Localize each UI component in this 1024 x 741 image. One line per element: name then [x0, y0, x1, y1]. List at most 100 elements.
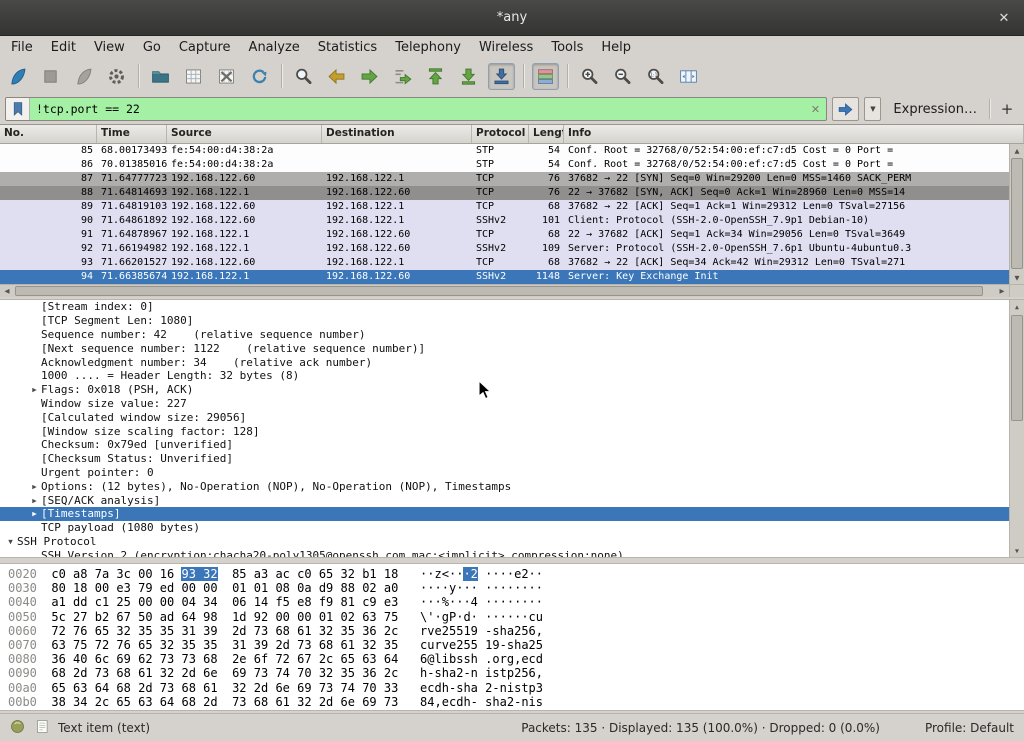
ascii-char[interactable]: 2 [442, 624, 449, 638]
hex-byte[interactable]: a0 [384, 581, 398, 595]
hex-byte[interactable]: 25 [116, 595, 130, 609]
menu-item-file[interactable]: File [2, 38, 42, 57]
hex-byte[interactable]: 32 [362, 638, 376, 652]
vscroll-track[interactable] [1010, 157, 1024, 271]
hex-byte[interactable]: 68 [51, 666, 65, 680]
hex-byte[interactable]: 74 [341, 681, 355, 695]
scroll-up-button[interactable]: ▲ [1010, 144, 1024, 157]
hex-byte[interactable]: 2d [275, 638, 289, 652]
hex-byte[interactable]: 61 [138, 666, 152, 680]
filter-clear-button[interactable]: ✕ [804, 103, 826, 116]
hex-byte[interactable]: 62 [138, 652, 152, 666]
detail-line[interactable]: [Stream index: 0] [0, 300, 1009, 314]
ascii-char[interactable]: s [463, 652, 470, 666]
hex-byte[interactable]: 72 [51, 624, 65, 638]
hex-byte[interactable]: 81 [341, 595, 355, 609]
hex-byte[interactable]: 5c [51, 610, 65, 624]
hex-byte[interactable]: 01 [319, 610, 333, 624]
ascii-char[interactable]: 5 [463, 638, 470, 652]
hex-byte[interactable]: 70 [362, 681, 376, 695]
hex-byte[interactable]: 75 [384, 610, 398, 624]
ascii-char[interactable]: · [500, 581, 507, 595]
hex-byte[interactable]: 32 [160, 638, 174, 652]
detail-line[interactable]: TCP payload (1080 bytes) [0, 521, 1009, 535]
hex-byte[interactable]: e3 [116, 581, 130, 595]
ascii-char[interactable]: n [471, 666, 478, 680]
hex-byte[interactable]: 69 [116, 652, 130, 666]
ascii-char[interactable]: p [507, 666, 514, 680]
hex-byte[interactable]: 69 [362, 695, 376, 709]
capture-options-button[interactable] [103, 63, 130, 90]
filter-bookmark-button[interactable] [6, 98, 30, 120]
hex-byte[interactable]: 67 [116, 610, 130, 624]
hex-byte[interactable]: 79 [138, 581, 152, 595]
detail-line[interactable]: [Next sequence number: 1122 (relative se… [0, 341, 1009, 355]
ascii-char[interactable]: - [463, 666, 470, 680]
hex-byte[interactable]: 34 [203, 595, 217, 609]
hex-byte[interactable]: 73 [297, 638, 311, 652]
hex-byte[interactable]: 6c [95, 652, 109, 666]
ascii-char[interactable]: · [507, 595, 514, 609]
hex-byte[interactable]: 32 [160, 666, 174, 680]
hex-byte[interactable]: dd [73, 595, 87, 609]
hex-byte[interactable]: 06 [232, 595, 246, 609]
ascii-char[interactable]: · [500, 595, 507, 609]
packet-row[interactable]: 8568.001734936fe:54:00:d4:38:2aSTP54Conf… [0, 144, 1009, 158]
details-vscroll-thumb[interactable] [1011, 315, 1023, 421]
hex-row[interactable]: 0040 a1 dd c1 25 00 00 04 34 06 14 f5 e8… [8, 595, 1024, 609]
hex-byte[interactable]: 00 [138, 595, 152, 609]
hex-byte[interactable]: 35 [181, 638, 195, 652]
ascii-char[interactable]: c [427, 681, 434, 695]
hex-byte[interactable]: 73 [384, 695, 398, 709]
ascii-char[interactable]: · [471, 581, 478, 595]
ascii-char[interactable]: · [435, 610, 442, 624]
ascii-char[interactable]: · [507, 610, 514, 624]
ascii-char[interactable]: 2 [529, 638, 536, 652]
hex-byte[interactable]: e3 [384, 595, 398, 609]
ascii-char[interactable]: · [521, 610, 528, 624]
ascii-char[interactable]: · [463, 595, 470, 609]
packet-row[interactable]: 9171.648789678192.168.122.1192.168.122.6… [0, 228, 1009, 242]
hex-byte[interactable]: 68 [116, 666, 130, 680]
ascii-char[interactable]: e [521, 652, 528, 666]
hex-byte[interactable]: 36 [362, 666, 376, 680]
hex-byte[interactable]: 35 [160, 624, 174, 638]
ascii-char[interactable]: 2 [471, 567, 478, 581]
scroll-down-button[interactable]: ▼ [1010, 544, 1024, 557]
detail-line[interactable]: SSH Version 2 (encryption:chacha20-poly1… [0, 548, 1009, 557]
hex-byte[interactable]: 63 [51, 638, 65, 652]
detail-line[interactable]: 1000 .... = Header Length: 32 bytes (8) [0, 369, 1009, 383]
ascii-char[interactable]: z [435, 567, 442, 581]
scroll-up-button[interactable]: ▲ [1010, 300, 1024, 313]
ascii-char[interactable]: % [442, 595, 449, 609]
detail-line[interactable]: Checksum: 0x79ed [unverified] [0, 438, 1009, 452]
hex-row[interactable]: 00a0 65 63 64 68 2d 73 68 61 32 2d 6e 69… [8, 681, 1024, 695]
ascii-char[interactable]: < [442, 567, 449, 581]
hex-byte[interactable]: 6e [341, 695, 355, 709]
detail-line[interactable]: ▶[SEQ/ACK analysis] [0, 493, 1009, 507]
hex-byte[interactable]: 64 [181, 610, 195, 624]
detail-line[interactable]: Urgent pointer: 0 [0, 466, 1009, 480]
ascii-char[interactable]: · [529, 581, 536, 595]
ascii-char[interactable]: · [463, 567, 470, 581]
hex-byte[interactable]: 32 [232, 681, 246, 695]
scroll-left-button[interactable]: ◀ [0, 285, 14, 297]
hex-byte[interactable]: 18 [73, 581, 87, 595]
hex-row[interactable]: 0060 72 76 65 32 35 35 31 39 2d 73 68 61… [8, 624, 1024, 638]
hex-byte[interactable]: 92 [254, 610, 268, 624]
ascii-char[interactable]: · [492, 610, 499, 624]
ascii-char[interactable]: @ [427, 652, 434, 666]
hex-byte[interactable]: c9 [362, 595, 376, 609]
hex-byte[interactable]: 76 [116, 638, 130, 652]
ascii-char[interactable]: h [463, 681, 470, 695]
ascii-char[interactable]: , [536, 624, 543, 638]
packet-row[interactable]: 8871.648146932192.168.122.1192.168.122.6… [0, 186, 1009, 200]
ascii-char[interactable]: - [500, 638, 507, 652]
hex-byte[interactable]: 73 [254, 666, 268, 680]
hex-byte[interactable]: c0 [297, 567, 311, 581]
hex-byte[interactable]: 0a [297, 581, 311, 595]
expand-arrow-icon[interactable]: ▶ [28, 496, 41, 505]
ascii-char[interactable]: u [427, 638, 434, 652]
ascii-char[interactable]: · [435, 581, 442, 595]
packet-row[interactable]: 9371.662015274192.168.122.60192.168.122.… [0, 256, 1009, 270]
